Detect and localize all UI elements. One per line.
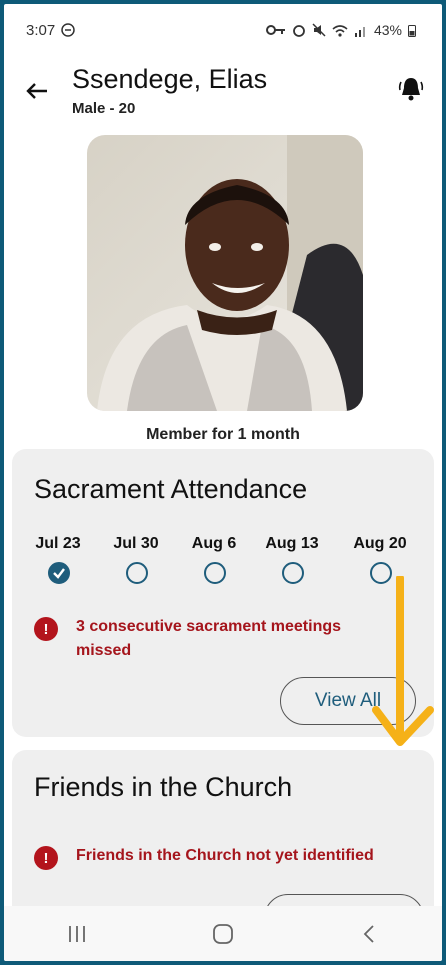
attendance-date-label: Aug 13 [265, 535, 319, 552]
attendance-checkbox[interactable] [204, 562, 226, 584]
signal-icon [354, 26, 365, 37]
attendance-checkbox-checked[interactable] [48, 562, 70, 584]
nav-back-icon [363, 924, 374, 943]
app-screen: 3:07 43% Ssendege, Elias Male - 20 Membe… [4, 4, 442, 961]
attendance-checkbox[interactable] [126, 562, 148, 584]
check-icon [53, 568, 65, 579]
home-button[interactable] [193, 914, 253, 954]
status-time: 3:07 [26, 21, 56, 39]
attendance-alert: ! 3 consecutive sacrament meetings misse… [34, 615, 376, 663]
attendance-date-label: Aug 20 [353, 535, 407, 552]
back-arrow-icon[interactable] [22, 76, 52, 106]
friends-alert: ! Friends in the Church not yet identifi… [34, 844, 396, 870]
battery-percent: 43% [373, 22, 402, 38]
attendance-date-label: Aug 6 [191, 535, 237, 552]
battery-icon [408, 24, 416, 37]
down-arrow-annotation-icon [372, 576, 434, 746]
mute-icon [312, 23, 326, 37]
sacrament-attendance-card: Sacrament Attendance Jul 23 Jul 30 Aug 6… [12, 449, 434, 737]
alert-icon: ! [34, 617, 58, 641]
alert-text: Friends in the Church not yet identified [76, 847, 374, 864]
recent-apps-button[interactable] [47, 914, 107, 954]
bell-icon[interactable] [396, 74, 426, 104]
dnd-icon [61, 23, 75, 37]
alert-icon: ! [34, 846, 58, 870]
page-subtitle: Male - 20 [72, 100, 136, 117]
status-bar: 3:07 43% [4, 4, 442, 56]
member-duration: Member for 1 month [146, 426, 300, 443]
key-icon [265, 25, 285, 35]
home-icon [213, 923, 233, 944]
alarm-icon [293, 25, 305, 37]
wifi-icon [332, 24, 348, 37]
system-nav-bar [4, 906, 442, 961]
card-title: Sacrament Attendance [34, 474, 308, 504]
attendance-checkbox[interactable] [282, 562, 304, 584]
attendance-date-label: Jul 30 [113, 535, 159, 552]
card-title: Friends in the Church [34, 772, 293, 802]
alert-text: 3 consecutive sacrament meetings missed [76, 618, 342, 659]
recent-apps-icon [69, 925, 85, 942]
member-photo [87, 135, 363, 411]
page-title: Ssendege, Elias [72, 64, 268, 94]
nav-back-button[interactable] [339, 914, 399, 954]
attendance-date-label: Jul 23 [35, 535, 81, 552]
app-header: Ssendege, Elias Male - 20 [4, 62, 442, 126]
